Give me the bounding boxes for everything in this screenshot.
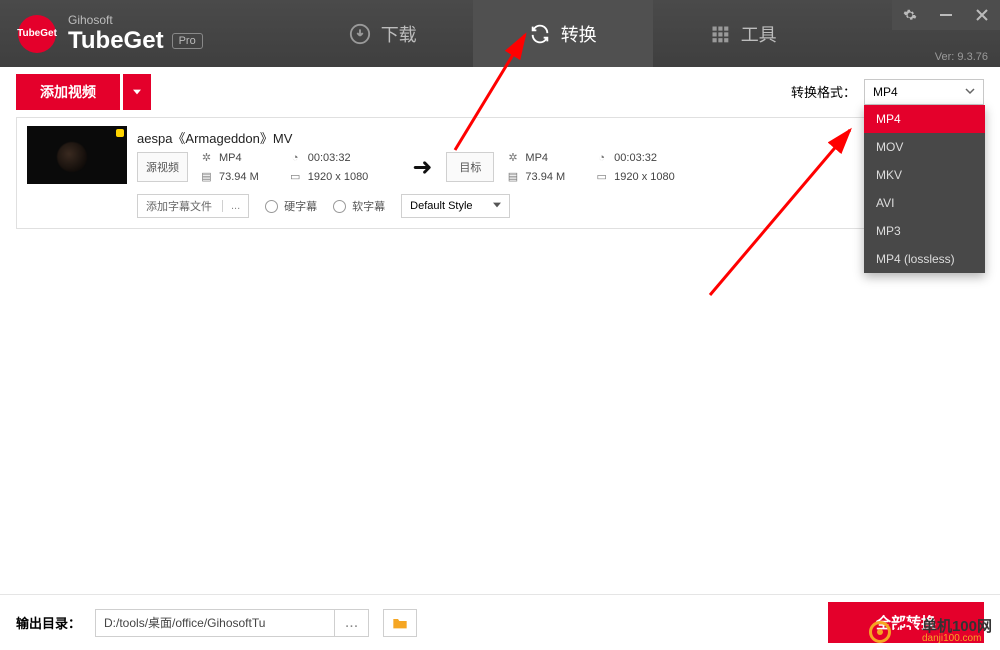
- company-name: Gihosoft: [68, 13, 203, 27]
- app-logo-icon: TubeGet: [18, 15, 56, 53]
- add-video-wrap: 添加视频: [16, 74, 151, 110]
- nav-convert-label: 转换: [561, 21, 597, 47]
- video-title: aespa《Armageddon》MV: [137, 126, 973, 147]
- output-dir-path[interactable]: D:/tools/桌面/office/GihosoftTu: [95, 609, 335, 637]
- format-wrap: 转换格式： MP4 MP4 MOV MKV AVI MP3 MP4 (lossl…: [791, 79, 984, 105]
- subtitle-browse[interactable]: ...: [222, 200, 240, 212]
- source-resolution: 1920 x 1080: [308, 171, 369, 183]
- radio-icon: [333, 200, 346, 213]
- add-video-caret[interactable]: [123, 74, 151, 110]
- target-resolution: 1920 x 1080: [614, 171, 675, 183]
- watermark-cn: 单机100网: [922, 619, 992, 634]
- output-dir-label: 输出目录：: [16, 613, 81, 632]
- target-tag: 目标: [446, 152, 494, 182]
- toolstrip: 添加视频 转换格式： MP4 MP4 MOV MKV AVI MP3 MP4 (…: [0, 67, 1000, 117]
- brand-block: TubeGet Gihosoft TubeGet Pro: [0, 13, 203, 55]
- target-format: MP4: [525, 152, 548, 164]
- radio-soft-subtitle[interactable]: 软字幕: [333, 198, 385, 214]
- arrow-right-icon: ➜: [412, 153, 432, 182]
- file-icon: ▤: [200, 170, 213, 183]
- radio-hard-label: 硬字幕: [284, 198, 317, 214]
- format-option-mov[interactable]: MOV: [864, 133, 985, 161]
- target-size: 73.94 M: [525, 171, 565, 183]
- download-icon: [349, 23, 371, 45]
- resolution-icon: ▭: [595, 170, 608, 183]
- format-option-avi[interactable]: AVI: [864, 189, 985, 217]
- nav-download-label: 下载: [381, 21, 417, 47]
- subtitle-style-select[interactable]: Default Style: [401, 194, 509, 218]
- open-folder-button[interactable]: [383, 609, 417, 637]
- radio-icon: [265, 200, 278, 213]
- titlebar: TubeGet Gihosoft TubeGet Pro 下载 转换 工: [0, 0, 1000, 67]
- format-option-mp4[interactable]: MP4: [864, 105, 985, 133]
- list-area: aespa《Armageddon》MV 源视频 ✲ MP4 ▤ 73.94 M ◔ 0…: [0, 117, 1000, 229]
- convert-icon: [529, 23, 551, 45]
- format-dropdown: MP4 MOV MKV AVI MP3 MP4 (lossless): [864, 105, 985, 273]
- watermark-en: danji100.com: [922, 634, 992, 644]
- footer: 输出目录： D:/tools/桌面/office/GihosoftTu ... …: [0, 594, 1000, 650]
- source-tag: 源视频: [137, 152, 188, 182]
- chevron-down-icon: [493, 200, 501, 212]
- format-option-mp4-lossless[interactable]: MP4 (lossless): [864, 245, 985, 273]
- radio-soft-label: 软字幕: [352, 198, 385, 214]
- product-name: TubeGet: [68, 27, 164, 55]
- clock-icon: ◔: [289, 151, 302, 164]
- close-button[interactable]: [964, 0, 1000, 30]
- tools-icon: [709, 23, 731, 45]
- video-card: aespa《Armageddon》MV 源视频 ✲ MP4 ▤ 73.94 M ◔ 0…: [16, 117, 984, 229]
- subtitle-placeholder: 添加字幕文件: [146, 198, 212, 214]
- minimize-button[interactable]: [928, 0, 964, 30]
- subtitle-file-input[interactable]: 添加字幕文件 ...: [137, 194, 249, 218]
- output-dir-browse[interactable]: ...: [335, 609, 369, 637]
- watermark: 单机100网 danji100.com: [869, 619, 992, 644]
- film-icon: ✲: [200, 151, 213, 164]
- main-nav: 下载 转换 工具: [293, 0, 833, 67]
- nav-tools[interactable]: 工具: [653, 0, 833, 67]
- film-icon: ✲: [506, 151, 519, 164]
- nav-tools-label: 工具: [741, 21, 777, 47]
- nav-convert[interactable]: 转换: [473, 0, 653, 67]
- video-thumbnail[interactable]: [27, 126, 127, 184]
- format-selected: MP4: [873, 85, 898, 99]
- settings-button[interactable]: [892, 0, 928, 30]
- chevron-down-icon: [965, 85, 975, 99]
- radio-hard-subtitle[interactable]: 硬字幕: [265, 198, 317, 214]
- resolution-icon: ▭: [289, 170, 302, 183]
- nav-download[interactable]: 下载: [293, 0, 473, 67]
- edition-badge: Pro: [172, 33, 203, 49]
- target-duration: 00:03:32: [614, 152, 657, 164]
- format-option-mkv[interactable]: MKV: [864, 161, 985, 189]
- add-video-button[interactable]: 添加视频: [16, 74, 120, 110]
- file-icon: ▤: [506, 170, 519, 183]
- style-selected: Default Style: [410, 200, 472, 212]
- format-label: 转换格式：: [791, 82, 856, 101]
- source-format: MP4: [219, 152, 242, 164]
- source-duration: 00:03:32: [308, 152, 351, 164]
- format-select[interactable]: MP4 MP4 MOV MKV AVI MP3 MP4 (lossless): [864, 79, 984, 105]
- clock-icon: ◔: [595, 151, 608, 164]
- source-size: 73.94 M: [219, 171, 259, 183]
- window-controls: [892, 0, 1000, 30]
- format-option-mp3[interactable]: MP3: [864, 217, 985, 245]
- version-label: Ver: 9.3.76: [935, 51, 988, 63]
